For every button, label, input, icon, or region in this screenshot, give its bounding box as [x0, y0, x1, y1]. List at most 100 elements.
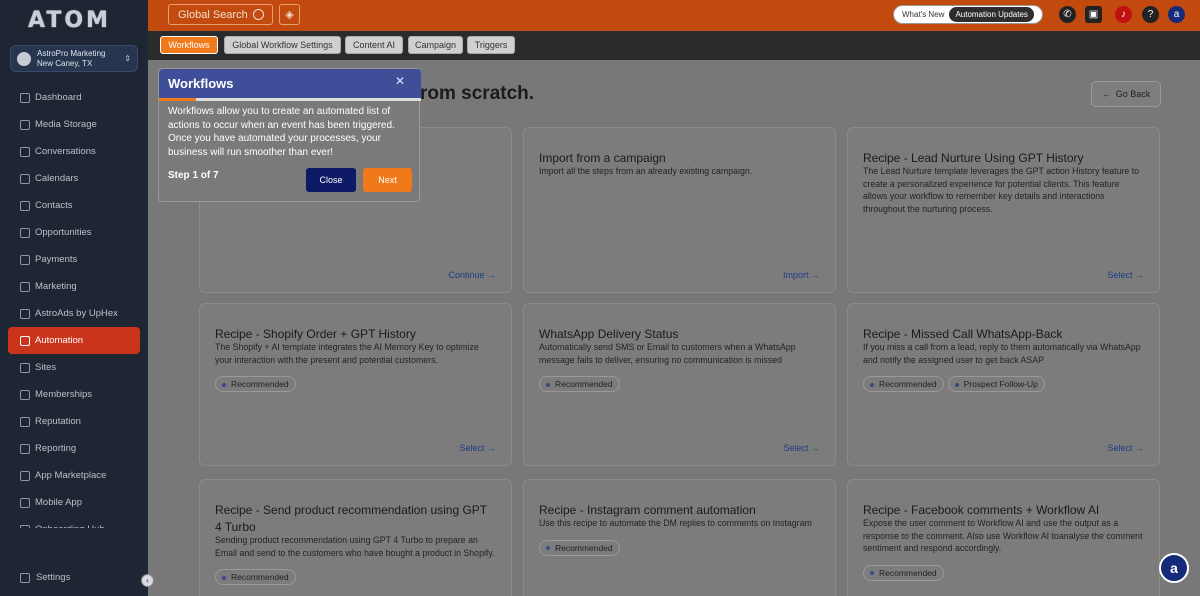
phone-icon [20, 497, 30, 508]
sidebar-item-reporting[interactable]: Reporting [8, 435, 140, 462]
sidebar-item-label: Automation [35, 335, 84, 346]
contacts-icon [20, 200, 30, 211]
sidebar-item-reputation[interactable]: Reputation [8, 408, 140, 435]
card-action-label: Select [1107, 443, 1133, 453]
template-card[interactable]: WhatsApp Delivery Status Automatically se… [523, 303, 836, 466]
tag-label: Recommended [231, 572, 289, 582]
template-card[interactable]: Recipe - Shopify Order + GPT History The … [199, 303, 512, 466]
location-switcher[interactable]: AstroPro Marketing New Caney, TX ⇕ [10, 45, 138, 72]
target-icon [20, 227, 30, 238]
template-card[interactable]: Recipe - Lead Nurture Using GPT History T… [847, 127, 1160, 293]
tab-workflows[interactable]: Workflows [160, 36, 218, 54]
sidebar-item-contacts[interactable]: Contacts [8, 192, 140, 219]
dot-icon [546, 382, 550, 387]
automation-icon [20, 335, 30, 346]
template-card[interactable]: Recipe - Send product recommendation usi… [199, 479, 512, 596]
card-action-label: Select [459, 443, 485, 453]
card-action-link[interactable]: Continue → [448, 270, 496, 280]
sidebar-item-label: App Marketplace [35, 470, 107, 481]
dot-icon [870, 571, 874, 576]
tag-badge: Recommended [539, 376, 620, 392]
global-search-label: Global Search [178, 8, 248, 21]
layers-icon[interactable]: ◈ [279, 4, 300, 25]
sidebar-item-automation[interactable]: Automation [8, 327, 140, 354]
tag-label: Prospect Follow-Up [963, 379, 1038, 389]
sidebar-item-label: Reporting [35, 443, 77, 454]
sidebar-item-app-marketplace[interactable]: App Marketplace [8, 462, 140, 489]
star-icon [20, 416, 30, 427]
card-description: Sending product recommendation using GPT… [215, 535, 495, 558]
card-action-link[interactable]: Select → [1107, 270, 1144, 280]
calendar-icon [20, 173, 30, 184]
template-card[interactable]: Recipe - Facebook comments + Workflow AI… [847, 479, 1160, 596]
tour-close-button[interactable]: Close [306, 168, 356, 192]
tag-label: Recommended [879, 567, 937, 578]
tag-badge: Prospect Follow-Up [947, 376, 1045, 392]
chat-icon [20, 146, 30, 157]
card-description: If you miss a call from a lead, reply to… [863, 342, 1141, 365]
tag-badge: Recommended [215, 569, 296, 585]
card-action-link[interactable]: Import → [783, 270, 820, 280]
arrow-right-icon: → [1132, 270, 1144, 280]
template-card[interactable]: Recipe - Missed Call WhatsApp-Back If you… [847, 303, 1160, 466]
sidebar-item-astroads-by-uphex[interactable]: AstroAds by UpHex [8, 300, 140, 327]
card-action-link[interactable]: Select → [783, 443, 820, 453]
dollar-icon [20, 254, 30, 265]
bell-icon[interactable]: ♪ [1115, 6, 1132, 23]
help-icon[interactable]: ? [1142, 6, 1159, 23]
tab-content-ai[interactable]: Content AI [345, 36, 403, 54]
sub-tabs: Workflows Global Workflow Settings Conte… [148, 31, 1200, 60]
sidebar-item-label: Settings [36, 572, 71, 583]
tab-triggers[interactable]: Triggers [467, 36, 515, 54]
tab-campaign[interactable]: Campaign [408, 36, 463, 54]
card-description: The Lead Nurture template leverages the … [863, 166, 1140, 214]
tour-next-button[interactable]: Next [363, 168, 412, 192]
sidebar-item-marketing[interactable]: Marketing [8, 273, 140, 300]
sidebar-item-payments[interactable]: Payments [8, 246, 140, 273]
sidebar-item-opportunities[interactable]: Opportunities [8, 219, 140, 246]
template-card[interactable]: Import from a campaign Import all the ste… [523, 127, 836, 293]
ads-icon [20, 308, 30, 319]
whats-new-label: What's New [902, 10, 945, 19]
sidebar-item-conversations[interactable]: Conversations [8, 138, 140, 165]
sidebar-item-dashboard[interactable]: Dashboard [8, 84, 140, 111]
tab-global-workflow-settings[interactable]: Global Workflow Settings [224, 36, 341, 54]
template-card[interactable]: Recipe - Instagram comment automation Use… [523, 479, 836, 596]
sidebar-item-label: Contacts [35, 200, 73, 211]
tag-badge: Recommended [539, 539, 620, 556]
sidebar-item-calendars[interactable]: Calendars [8, 165, 140, 192]
gear-icon [20, 572, 30, 583]
dot-icon [222, 575, 226, 580]
sidebar-item-label: Conversations [35, 146, 96, 157]
phone-icon[interactable]: ✆ [1059, 6, 1076, 23]
card-action-link[interactable]: Select → [1107, 443, 1144, 453]
sidebar-item-label: Media Storage [35, 119, 97, 130]
card-action-label: Select [783, 443, 809, 453]
tour-progress-bar [159, 98, 421, 101]
card-action-label: Select [1107, 270, 1133, 280]
onboarding-icon [20, 524, 30, 528]
app-logo[interactable]: ATOM [28, 8, 111, 33]
sidebar-item-label: Sites [35, 362, 57, 373]
global-search-button[interactable]: Global Search [168, 4, 273, 25]
location-avatar [17, 51, 31, 66]
user-avatar[interactable]: a [1168, 6, 1185, 23]
collapse-sidebar-button[interactable]: ‹ [141, 574, 154, 587]
sidebar-item-onboarding-hub[interactable]: Onboarding Hub [8, 516, 140, 528]
card-action-link[interactable]: Select → [459, 443, 496, 453]
sidebar-item-sites[interactable]: Sites [8, 354, 140, 381]
chart-icon [20, 443, 30, 454]
help-chat-button[interactable]: a [1159, 553, 1189, 583]
location-city: New Caney, TX [37, 58, 93, 68]
megaphone-icon[interactable]: ▣ [1085, 6, 1102, 23]
close-icon[interactable]: ✕ [395, 74, 405, 88]
sidebar-item-media-storage[interactable]: Media Storage [8, 111, 140, 138]
location-name: AstroPro Marketing [37, 48, 106, 58]
sidebar-item-settings[interactable]: Settings [20, 572, 70, 583]
sidebar-item-memberships[interactable]: Memberships [8, 381, 140, 408]
sidebar-item-mobile-app[interactable]: Mobile App [8, 489, 140, 516]
whats-new-toggle[interactable]: What's New Automation Updates [893, 5, 1043, 24]
tag-label: Recommended [231, 379, 289, 389]
go-back-button[interactable]: ← Go Back [1091, 81, 1161, 107]
chevron-updown-icon: ⇕ [124, 54, 131, 63]
